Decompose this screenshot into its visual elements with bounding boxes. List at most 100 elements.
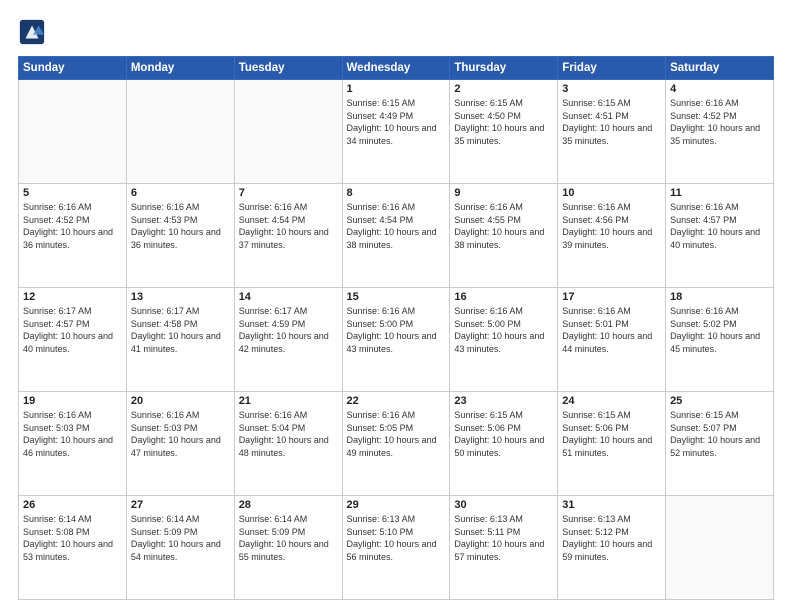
calendar-cell-20: 20 Sunrise: 6:16 AMSunset: 5:03 PMDayligh… — [126, 392, 234, 496]
calendar-cell-8: 8 Sunrise: 6:16 AMSunset: 4:54 PMDaylight… — [342, 184, 450, 288]
calendar-cell-4: 4 Sunrise: 6:16 AMSunset: 4:52 PMDaylight… — [666, 80, 774, 184]
day-number: 1 — [347, 83, 446, 95]
day-number: 9 — [454, 187, 553, 199]
day-number: 2 — [454, 83, 553, 95]
weekday-header-monday: Monday — [126, 57, 234, 80]
day-number: 23 — [454, 395, 553, 407]
day-info: Sunrise: 6:16 AMSunset: 4:56 PMDaylight:… — [562, 201, 661, 251]
calendar-cell-29: 29 Sunrise: 6:13 AMSunset: 5:10 PMDayligh… — [342, 496, 450, 600]
logo-icon — [18, 18, 46, 46]
day-info: Sunrise: 6:16 AMSunset: 4:55 PMDaylight:… — [454, 201, 553, 251]
day-number: 6 — [131, 187, 230, 199]
weekday-header-saturday: Saturday — [666, 57, 774, 80]
day-number: 10 — [562, 187, 661, 199]
weekday-header-tuesday: Tuesday — [234, 57, 342, 80]
calendar-cell-31: 31 Sunrise: 6:13 AMSunset: 5:12 PMDayligh… — [558, 496, 666, 600]
day-number: 26 — [23, 499, 122, 511]
day-number: 29 — [347, 499, 446, 511]
calendar-cell-empty — [234, 80, 342, 184]
day-info: Sunrise: 6:14 AMSunset: 5:08 PMDaylight:… — [23, 513, 122, 563]
day-number: 19 — [23, 395, 122, 407]
day-number: 30 — [454, 499, 553, 511]
day-number: 25 — [670, 395, 769, 407]
day-number: 7 — [239, 187, 338, 199]
day-number: 27 — [131, 499, 230, 511]
calendar-cell-6: 6 Sunrise: 6:16 AMSunset: 4:53 PMDaylight… — [126, 184, 234, 288]
calendar-cell-2: 2 Sunrise: 6:15 AMSunset: 4:50 PMDaylight… — [450, 80, 558, 184]
day-number: 11 — [670, 187, 769, 199]
calendar-cell-17: 17 Sunrise: 6:16 AMSunset: 5:01 PMDayligh… — [558, 288, 666, 392]
day-number: 8 — [347, 187, 446, 199]
header — [18, 18, 774, 46]
day-number: 20 — [131, 395, 230, 407]
calendar-cell-27: 27 Sunrise: 6:14 AMSunset: 5:09 PMDayligh… — [126, 496, 234, 600]
calendar-cell-1: 1 Sunrise: 6:15 AMSunset: 4:49 PMDaylight… — [342, 80, 450, 184]
day-number: 21 — [239, 395, 338, 407]
day-number: 14 — [239, 291, 338, 303]
day-number: 13 — [131, 291, 230, 303]
day-info: Sunrise: 6:13 AMSunset: 5:10 PMDaylight:… — [347, 513, 446, 563]
day-number: 5 — [23, 187, 122, 199]
calendar-cell-empty — [666, 496, 774, 600]
day-info: Sunrise: 6:15 AMSunset: 5:06 PMDaylight:… — [562, 409, 661, 459]
day-number: 12 — [23, 291, 122, 303]
day-info: Sunrise: 6:17 AMSunset: 4:59 PMDaylight:… — [239, 305, 338, 355]
day-number: 31 — [562, 499, 661, 511]
calendar-week-1: 5Sunrise: 6:16 AMSunset: 4:52 PMDaylight… — [19, 184, 774, 288]
day-info: Sunrise: 6:14 AMSunset: 5:09 PMDaylight:… — [131, 513, 230, 563]
day-number: 3 — [562, 83, 661, 95]
calendar-body: 1 Sunrise: 6:15 AMSunset: 4:49 PMDaylight… — [19, 80, 774, 600]
calendar-cell-9: 9 Sunrise: 6:16 AMSunset: 4:55 PMDaylight… — [450, 184, 558, 288]
calendar-cell-15: 15Sunrise: 6:16 AMSunset: 5:00 PMDayligh… — [342, 288, 450, 392]
calendar-cell-empty — [126, 80, 234, 184]
day-number: 22 — [347, 395, 446, 407]
calendar-cell-26: 26 Sunrise: 6:14 AMSunset: 5:08 PMDayligh… — [19, 496, 127, 600]
calendar-cell-10: 10 Sunrise: 6:16 AMSunset: 4:56 PMDayligh… — [558, 184, 666, 288]
calendar-cell-18: 18 Sunrise: 6:16 AMSunset: 5:02 PMDayligh… — [666, 288, 774, 392]
weekday-header-friday: Friday — [558, 57, 666, 80]
day-info: Sunrise: 6:13 AMSunset: 5:12 PMDaylight:… — [562, 513, 661, 563]
calendar-week-4: 26 Sunrise: 6:14 AMSunset: 5:08 PMDayligh… — [19, 496, 774, 600]
day-info: Sunrise: 6:16 AMSunset: 4:54 PMDaylight:… — [347, 201, 446, 251]
day-info: Sunrise: 6:16 AMSunset: 5:03 PMDaylight:… — [23, 409, 122, 459]
day-info: Sunrise: 6:16 AMSunset: 4:52 PMDaylight:… — [670, 97, 769, 147]
calendar-header: SundayMondayTuesdayWednesdayThursdayFrid… — [19, 57, 774, 80]
calendar-cell-25: 25 Sunrise: 6:15 AMSunset: 5:07 PMDayligh… — [666, 392, 774, 496]
calendar-cell-13: 13Sunrise: 6:17 AMSunset: 4:58 PMDayligh… — [126, 288, 234, 392]
day-info: Sunrise: 6:16 AMSunset: 5:03 PMDaylight:… — [131, 409, 230, 459]
day-info: Sunrise: 6:16 AMSunset: 4:53 PMDaylight:… — [131, 201, 230, 251]
calendar-cell-23: 23Sunrise: 6:15 AMSunset: 5:06 PMDayligh… — [450, 392, 558, 496]
calendar-week-2: 12 Sunrise: 6:17 AMSunset: 4:57 PMDayligh… — [19, 288, 774, 392]
calendar-table: SundayMondayTuesdayWednesdayThursdayFrid… — [18, 56, 774, 600]
day-info: Sunrise: 6:16 AMSunset: 5:00 PMDaylight:… — [454, 305, 553, 355]
weekday-header-wednesday: Wednesday — [342, 57, 450, 80]
calendar-cell-22: 22 Sunrise: 6:16 AMSunset: 5:05 PMDayligh… — [342, 392, 450, 496]
day-info: Sunrise: 6:17 AMSunset: 4:57 PMDaylight:… — [23, 305, 122, 355]
day-number: 28 — [239, 499, 338, 511]
day-info: Sunrise: 6:16 AMSunset: 4:57 PMDaylight:… — [670, 201, 769, 251]
day-info: Sunrise: 6:13 AMSunset: 5:11 PMDaylight:… — [454, 513, 553, 563]
calendar-cell-14: 14 Sunrise: 6:17 AMSunset: 4:59 PMDayligh… — [234, 288, 342, 392]
calendar-cell-19: 19 Sunrise: 6:16 AMSunset: 5:03 PMDayligh… — [19, 392, 127, 496]
calendar-cell-12: 12 Sunrise: 6:17 AMSunset: 4:57 PMDayligh… — [19, 288, 127, 392]
day-number: 17 — [562, 291, 661, 303]
day-info: Sunrise: 6:15 AMSunset: 4:49 PMDaylight:… — [347, 97, 446, 147]
day-info: Sunrise: 6:15 AMSunset: 5:07 PMDaylight:… — [670, 409, 769, 459]
calendar-cell-24: 24Sunrise: 6:15 AMSunset: 5:06 PMDayligh… — [558, 392, 666, 496]
logo — [18, 18, 48, 46]
day-number: 18 — [670, 291, 769, 303]
day-info: Sunrise: 6:16 AMSunset: 5:01 PMDaylight:… — [562, 305, 661, 355]
day-info: Sunrise: 6:16 AMSunset: 5:05 PMDaylight:… — [347, 409, 446, 459]
day-info: Sunrise: 6:15 AMSunset: 4:50 PMDaylight:… — [454, 97, 553, 147]
day-number: 4 — [670, 83, 769, 95]
day-info: Sunrise: 6:16 AMSunset: 5:02 PMDaylight:… — [670, 305, 769, 355]
weekday-row: SundayMondayTuesdayWednesdayThursdayFrid… — [19, 57, 774, 80]
calendar-cell-11: 11 Sunrise: 6:16 AMSunset: 4:57 PMDayligh… — [666, 184, 774, 288]
page: SundayMondayTuesdayWednesdayThursdayFrid… — [0, 0, 792, 612]
calendar-cell-28: 28Sunrise: 6:14 AMSunset: 5:09 PMDayligh… — [234, 496, 342, 600]
day-info: Sunrise: 6:15 AMSunset: 4:51 PMDaylight:… — [562, 97, 661, 147]
calendar-cell-5: 5Sunrise: 6:16 AMSunset: 4:52 PMDaylight… — [19, 184, 127, 288]
calendar-cell-30: 30 Sunrise: 6:13 AMSunset: 5:11 PMDayligh… — [450, 496, 558, 600]
calendar-week-3: 19 Sunrise: 6:16 AMSunset: 5:03 PMDayligh… — [19, 392, 774, 496]
day-info: Sunrise: 6:16 AMSunset: 5:04 PMDaylight:… — [239, 409, 338, 459]
